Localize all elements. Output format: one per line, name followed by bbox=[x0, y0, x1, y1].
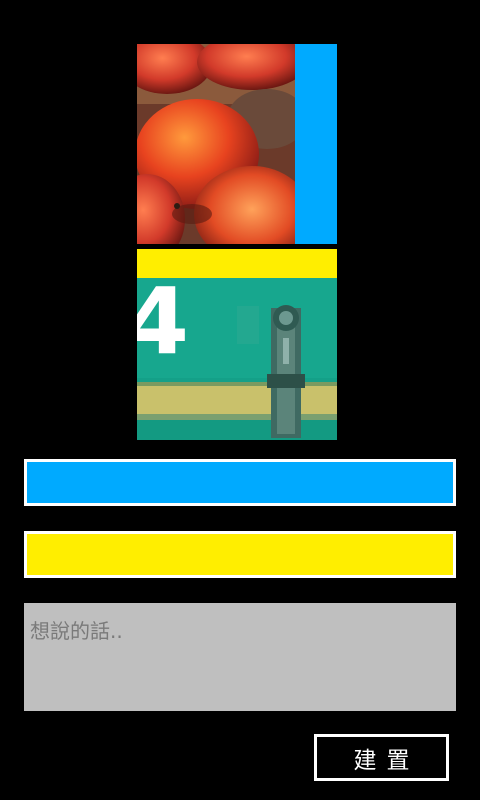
yellow-color-strip bbox=[137, 249, 337, 278]
blue-color-strip bbox=[295, 44, 337, 244]
card-composer-screen: 4 建置 bbox=[0, 0, 480, 800]
green-metal-image: 4 bbox=[137, 278, 337, 440]
peaches-image bbox=[137, 44, 295, 244]
peaches-photo[interactable] bbox=[137, 44, 295, 244]
green-metal-photo[interactable]: 4 bbox=[137, 278, 337, 440]
blue-color-bar[interactable] bbox=[24, 459, 456, 506]
yellow-color-bar[interactable] bbox=[24, 531, 456, 578]
number-four-text: 4 bbox=[137, 278, 189, 375]
message-input[interactable] bbox=[24, 603, 456, 711]
create-button[interactable]: 建置 bbox=[314, 734, 449, 781]
